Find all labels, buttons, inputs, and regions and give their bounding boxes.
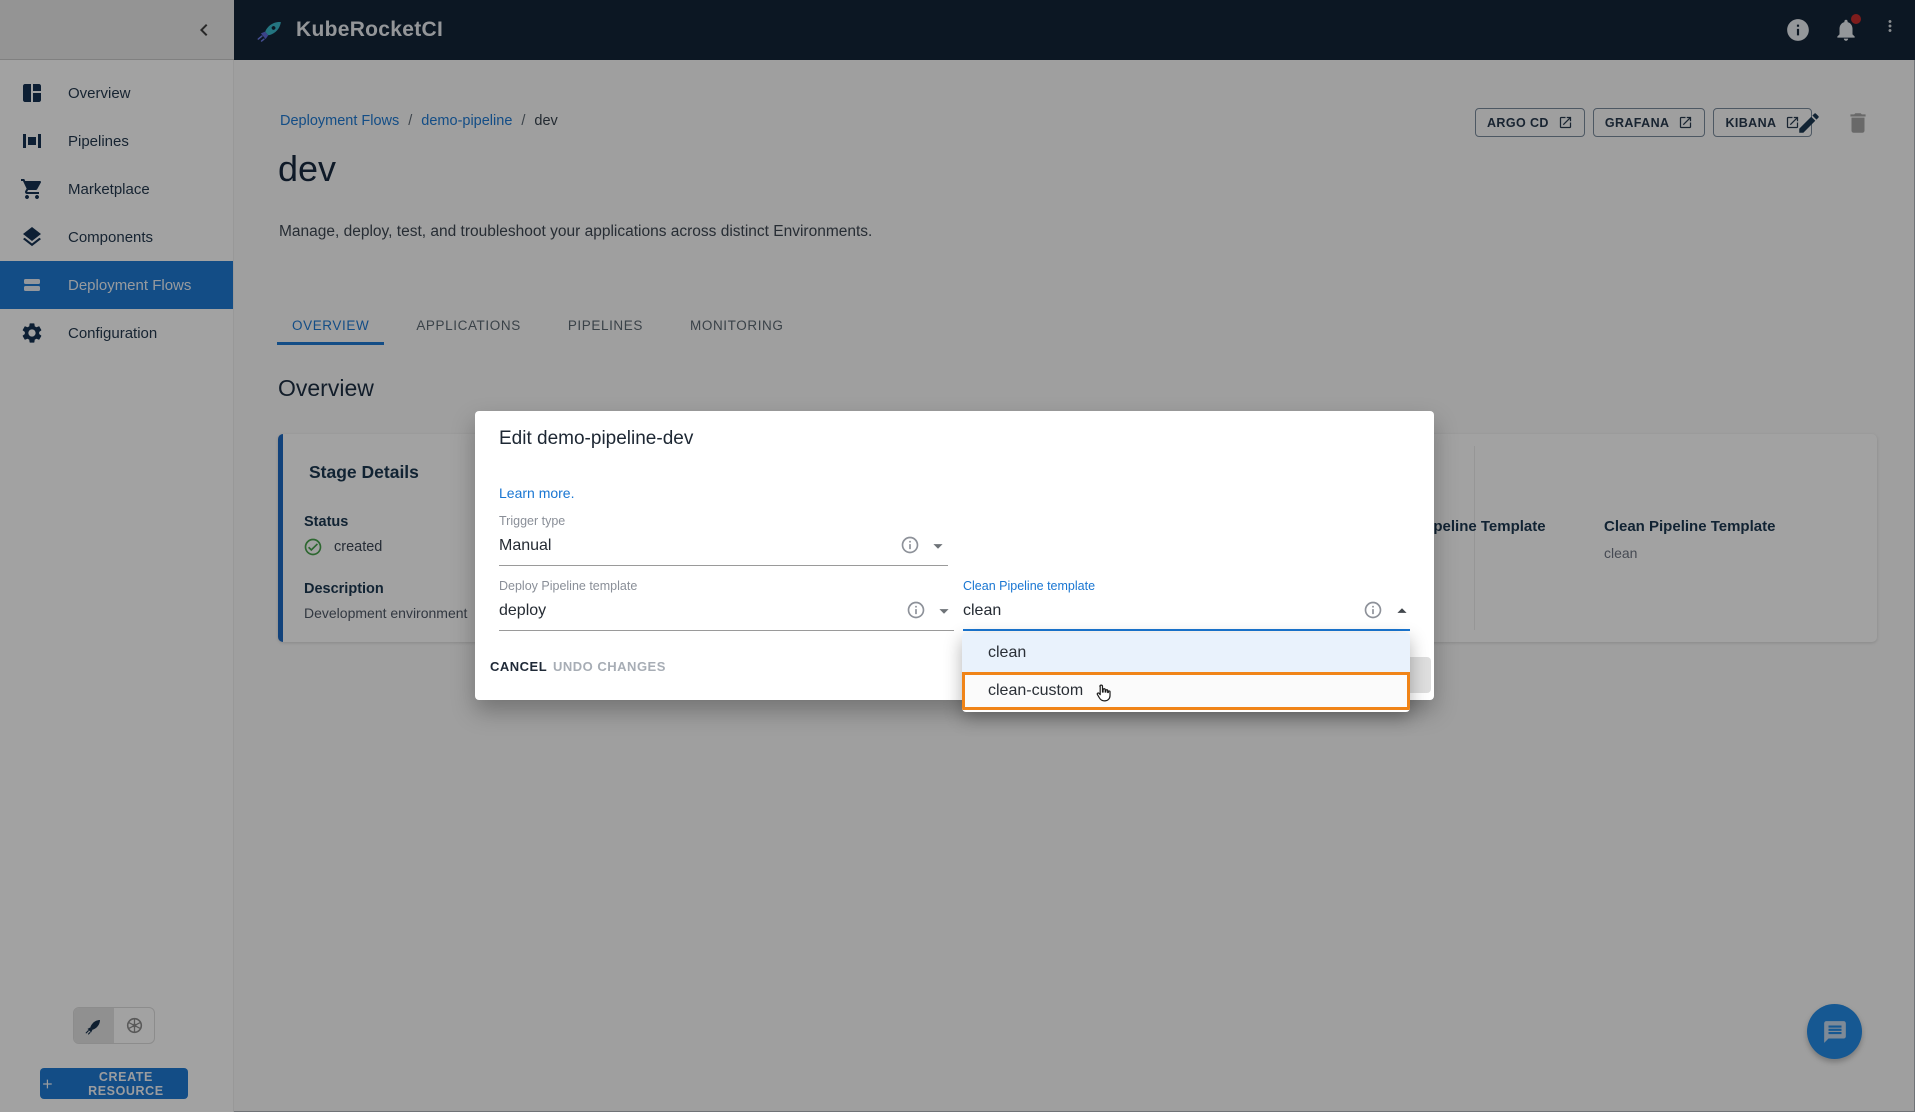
deploy-template-field-label: Deploy Pipeline template bbox=[499, 579, 637, 593]
modal-title: Edit demo-pipeline-dev bbox=[499, 428, 693, 450]
clean-template-info-button[interactable] bbox=[1363, 600, 1383, 620]
clean-template-field-value[interactable]: clean bbox=[963, 602, 1001, 620]
clean-template-underline bbox=[963, 629, 1410, 631]
info-outline-icon bbox=[906, 600, 926, 620]
dropdown-option-clean[interactable]: clean bbox=[962, 633, 1410, 672]
clean-template-dropdown-arrow[interactable] bbox=[1391, 600, 1413, 622]
deploy-template-info-button[interactable] bbox=[906, 600, 926, 620]
trigger-type-dropdown-arrow[interactable] bbox=[927, 535, 949, 557]
deploy-template-underline bbox=[499, 630, 954, 631]
option-label: clean-custom bbox=[988, 682, 1083, 700]
trigger-type-value[interactable]: Manual bbox=[499, 537, 551, 555]
deploy-template-field-value[interactable]: deploy bbox=[499, 602, 546, 620]
trigger-type-info-button[interactable] bbox=[900, 535, 920, 555]
app-window: KubeRocketCI Overview Pipelines bbox=[0, 0, 1915, 1112]
dropdown-option-clean-custom[interactable]: clean-custom bbox=[962, 672, 1410, 710]
info-outline-icon bbox=[900, 535, 920, 555]
learn-more-link[interactable]: Learn more. bbox=[499, 485, 574, 501]
clean-template-dropdown-menu: clean clean-custom bbox=[962, 633, 1410, 712]
caret-down-icon bbox=[933, 600, 955, 622]
clean-template-field-label: Clean Pipeline template bbox=[963, 579, 1095, 593]
undo-changes-button[interactable]: UNDO CHANGES bbox=[545, 651, 674, 682]
trigger-type-underline bbox=[499, 565, 948, 566]
hand-cursor-icon bbox=[1091, 682, 1114, 705]
deploy-template-dropdown-arrow[interactable] bbox=[933, 600, 955, 622]
option-label: clean bbox=[988, 644, 1026, 662]
caret-down-icon bbox=[927, 535, 949, 557]
trigger-type-label: Trigger type bbox=[499, 514, 565, 528]
info-outline-icon bbox=[1363, 600, 1383, 620]
caret-up-icon bbox=[1391, 600, 1413, 622]
